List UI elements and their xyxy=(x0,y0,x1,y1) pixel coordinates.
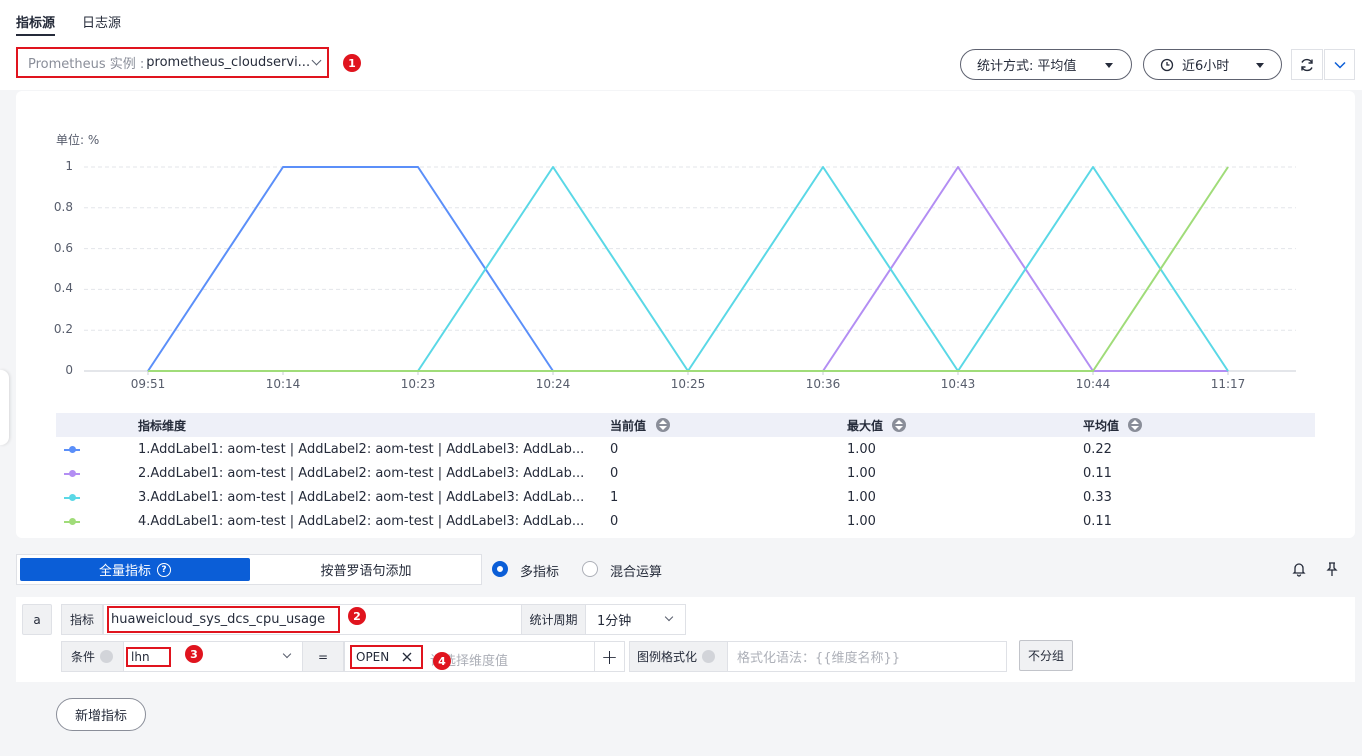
legend-row-name: 4.AddLabel1: aom-test | AddLabel2: aom-t… xyxy=(138,514,585,529)
tab-promql[interactable]: 按普罗语句添加 xyxy=(253,558,479,581)
legend-row-name: 3.AddLabel1: aom-test | AddLabel2: aom-t… xyxy=(138,490,585,505)
metric-field-label: 指标 xyxy=(61,604,103,635)
legend-row-current: 1 xyxy=(610,490,619,505)
add-condition-button[interactable]: + xyxy=(594,641,625,672)
condition-operator[interactable]: = xyxy=(302,641,344,672)
legend-row-max: 1.00 xyxy=(847,466,876,481)
condition-value-tag[interactable]: OPEN xyxy=(356,650,412,664)
legend-format-label-text: 图例格式化 xyxy=(637,650,698,664)
bell-icon[interactable] xyxy=(1291,561,1307,577)
pin-icon[interactable] xyxy=(1324,561,1340,577)
close-icon[interactable] xyxy=(402,652,412,662)
help-icon[interactable] xyxy=(100,650,114,663)
line-chart xyxy=(84,166,1296,375)
legend-row[interactable]: 4.AddLabel1: aom-test | AddLabel2: aom-t… xyxy=(56,510,1315,534)
legend-marker xyxy=(64,494,80,501)
legend-row[interactable]: 1.AddLabel1: aom-test | AddLabel2: aom-t… xyxy=(56,438,1315,462)
legend-row-max: 1.00 xyxy=(847,514,876,529)
callout-badge-3: 3 xyxy=(185,645,203,663)
legend-row-avg: 0.11 xyxy=(1083,514,1112,529)
legend-row-max: 1.00 xyxy=(847,490,876,505)
tab-all-metrics-label: 全量指标 xyxy=(98,564,151,579)
tab-all-metrics[interactable]: 全量指标 ? xyxy=(20,558,250,581)
legend-row-name: 2.AddLabel1: aom-test | AddLabel2: aom-t… xyxy=(138,466,585,481)
legend-marker xyxy=(64,470,80,477)
condition-field-label: 条件 xyxy=(61,641,124,672)
callout-badge-4: 4 xyxy=(433,652,451,670)
legend-header xyxy=(56,413,1315,437)
legend-header-max: 最大值 xyxy=(847,419,884,433)
series-line-3 xyxy=(417,166,1229,372)
legend-row[interactable]: 3.AddLabel1: aom-test | AddLabel2: aom-t… xyxy=(56,486,1315,510)
legend-marker xyxy=(64,446,80,453)
series-line-1 xyxy=(147,166,554,372)
legend-row[interactable]: 2.AddLabel1: aom-test | AddLabel2: aom-t… xyxy=(56,462,1315,486)
metric-input-value: huaweicloud_sys_dcs_cpu_usage xyxy=(111,612,326,627)
radio-mixed-operation[interactable] xyxy=(582,561,598,577)
condition-label-text: 条件 xyxy=(71,650,96,664)
legend-header-dimension: 指标维度 xyxy=(138,419,187,433)
legend-row-current: 0 xyxy=(610,442,619,457)
legend-marker xyxy=(64,518,80,525)
no-group-button[interactable]: 不分组 xyxy=(1019,640,1073,671)
radio-multi-metric[interactable] xyxy=(492,561,508,577)
sort-icon[interactable] xyxy=(656,418,670,432)
legend-format-placeholder: 格式化语法：{{维度名称}} xyxy=(737,651,901,666)
period-select[interactable]: 1分钟 xyxy=(585,604,686,635)
metric-mode-segment: 全量指标 ? 按普罗语句添加 xyxy=(16,554,482,585)
sort-icon[interactable] xyxy=(1128,418,1142,432)
help-icon[interactable]: ? xyxy=(157,562,171,577)
callout-badge-2: 2 xyxy=(348,607,366,625)
legend-row-avg: 0.11 xyxy=(1083,466,1112,481)
condition-value-tag-label: OPEN xyxy=(356,650,390,664)
legend-row-max: 1.00 xyxy=(847,442,876,457)
period-field-label: 统计周期 xyxy=(521,604,586,635)
legend-header-current: 当前值 xyxy=(610,419,647,433)
legend-row-avg: 0.33 xyxy=(1083,490,1112,505)
legend-row-current: 0 xyxy=(610,514,619,529)
sort-icon[interactable] xyxy=(892,418,906,432)
help-icon[interactable] xyxy=(702,650,716,663)
condition-key-value: lhn xyxy=(131,650,150,664)
legend-format-input[interactable]: 格式化语法：{{维度名称}} xyxy=(727,641,1007,672)
legend-row-name: 1.AddLabel1: aom-test | AddLabel2: aom-t… xyxy=(138,442,585,457)
series-line-4 xyxy=(148,166,1229,372)
add-metric-button[interactable]: 新增指标 xyxy=(56,698,146,731)
radio-multi-metric-label: 多指标 xyxy=(520,565,560,580)
legend-header-avg: 平均值 xyxy=(1083,419,1120,433)
query-row-label: a xyxy=(22,604,52,635)
legend-format-label: 图例格式化 xyxy=(629,641,728,672)
radio-mixed-operation-label: 混合运算 xyxy=(610,565,663,580)
legend-row-avg: 0.22 xyxy=(1083,442,1112,457)
legend-row-current: 0 xyxy=(610,466,619,481)
period-select-value: 1分钟 xyxy=(597,614,632,629)
